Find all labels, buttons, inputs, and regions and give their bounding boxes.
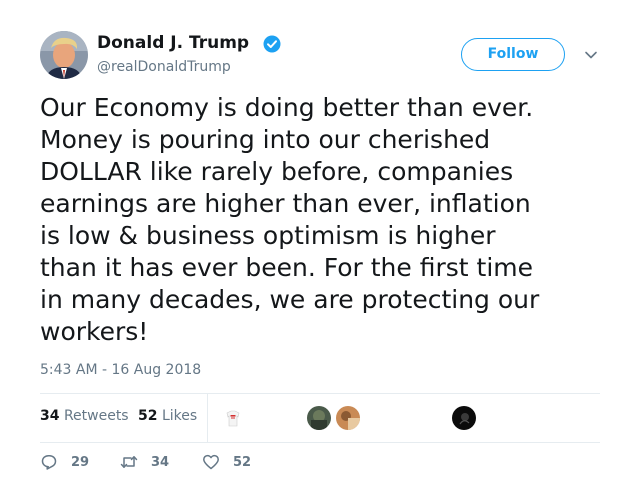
author-avatar[interactable] bbox=[40, 31, 88, 79]
tweet-timestamp[interactable]: 5:43 AM - 16 Aug 2018 bbox=[40, 362, 201, 378]
tweet-actions: 29 34 52 bbox=[40, 452, 600, 474]
likes-count: 52 bbox=[138, 408, 158, 424]
liker-avatar[interactable] bbox=[307, 406, 331, 430]
retweets-label: Retweets bbox=[63, 408, 129, 424]
tweet-text-line: is low & business optimism is higher bbox=[40, 221, 496, 250]
retweet-count: 34 bbox=[151, 455, 170, 470]
tweet-text-line: Money is pouring into our cherished bbox=[40, 125, 491, 154]
liker-avatar[interactable] bbox=[452, 406, 476, 430]
liker-avatar-image bbox=[221, 406, 245, 430]
follow-button[interactable]: Follow bbox=[461, 38, 565, 71]
stats-divider bbox=[207, 394, 208, 442]
retweet-button[interactable]: 34 bbox=[120, 452, 180, 472]
tweet-text-line: earnings are higher than ever, inflation bbox=[40, 189, 531, 218]
tweet-text-line: in many decades, we are protecting our bbox=[40, 285, 540, 314]
heart-icon bbox=[203, 454, 219, 470]
like-button[interactable]: 52 bbox=[202, 452, 262, 472]
liker-avatar-image bbox=[452, 406, 476, 430]
avatar-image bbox=[40, 31, 88, 79]
reply-icon bbox=[41, 454, 57, 470]
tweet-text-line: DOLLAR like rarely before, companies bbox=[40, 157, 514, 186]
retweets-stat[interactable]: 34 Retweets bbox=[40, 408, 129, 424]
tweet-text-line: workers! bbox=[40, 317, 149, 346]
liker-avatar[interactable] bbox=[336, 406, 360, 430]
tweet-text-line: Our Economy is doing better than ever. bbox=[40, 93, 534, 122]
like-count: 52 bbox=[233, 455, 252, 470]
likes-stat[interactable]: 52 Likes bbox=[138, 408, 197, 424]
reply-count: 29 bbox=[71, 455, 90, 470]
likes-label: Likes bbox=[161, 408, 198, 424]
chevron-down-icon[interactable] bbox=[583, 47, 599, 63]
verified-badge-icon bbox=[263, 35, 281, 53]
tweet-stats: 34 Retweets 52 Likes bbox=[40, 393, 600, 443]
liker-avatar[interactable] bbox=[221, 406, 245, 430]
liker-avatar-image bbox=[336, 406, 360, 430]
retweet-icon bbox=[120, 456, 138, 468]
author-handle[interactable]: @realDonaldTrump bbox=[97, 59, 231, 75]
retweets-count: 34 bbox=[40, 408, 60, 424]
tweet-text-line: than it has ever been. For the first tim… bbox=[40, 253, 534, 282]
tweet-text: Our Economy is doing better than ever. M… bbox=[40, 92, 602, 348]
reply-button[interactable]: 29 bbox=[40, 452, 100, 472]
author-name[interactable]: Donald J. Trump bbox=[97, 33, 249, 53]
liker-avatar-image bbox=[307, 406, 331, 430]
